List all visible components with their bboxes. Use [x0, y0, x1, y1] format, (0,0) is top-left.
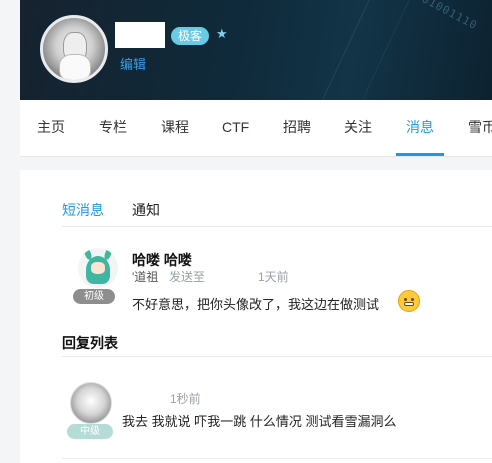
nav-item-following[interactable]: 关注 [344, 100, 372, 156]
nav-item-messages[interactable]: 消息 [406, 100, 434, 156]
divider [62, 226, 492, 227]
face-with-hand-over-mouth-icon [398, 290, 420, 312]
sent-to-label: 发送至 [169, 270, 206, 284]
nav-item-courses[interactable]: 课程 [161, 100, 189, 156]
sender-avatar[interactable] [78, 248, 118, 288]
nav-item-home[interactable]: 主页 [37, 100, 65, 156]
message-time: 1天前 [258, 270, 289, 284]
tab-short-messages[interactable]: 短消息 [62, 200, 104, 220]
active-tab-indicator [396, 153, 444, 156]
recipient-name[interactable]: '道祖 [132, 268, 158, 285]
profile-avatar[interactable] [40, 15, 108, 83]
tab-notifications[interactable]: 通知 [132, 200, 160, 220]
level-badge: 中级 [67, 424, 113, 439]
nav-item-coins[interactable]: 雪币 [468, 100, 492, 156]
rank-badge: 极客 [171, 27, 210, 45]
message-text: 不好意思，把你头像改了，我这边在做测试 [132, 297, 380, 312]
edit-profile-link[interactable]: 编辑 [120, 54, 146, 73]
reply-avatar[interactable] [70, 382, 112, 424]
level-badge: 初级 [73, 289, 115, 304]
nav-item-jobs[interactable]: 招聘 [283, 100, 311, 156]
username-redacted [115, 22, 165, 48]
reply-time: 1秒前 [170, 392, 201, 406]
nav-item-columns[interactable]: 专栏 [99, 100, 127, 156]
star-icon: ★ [216, 26, 228, 41]
divider [62, 458, 492, 459]
nav-item-ctf[interactable]: CTF [222, 100, 249, 156]
profile-nav: 主页 专栏 课程 CTF 招聘 关注 消息 雪币 [20, 100, 492, 157]
messages-panel: 短消息 通知 初级 哈喽 哈喽 '道祖 发送至 1天前 不好意思，把你头像改了，… [20, 170, 492, 463]
divider [62, 356, 492, 357]
sender-name[interactable]: 哈喽 哈喽 [132, 250, 192, 270]
reply-text: 我去 我就说 吓我一跳 什么情况 测试看雪漏洞么 [122, 414, 397, 429]
replies-title: 回复列表 [62, 335, 118, 351]
